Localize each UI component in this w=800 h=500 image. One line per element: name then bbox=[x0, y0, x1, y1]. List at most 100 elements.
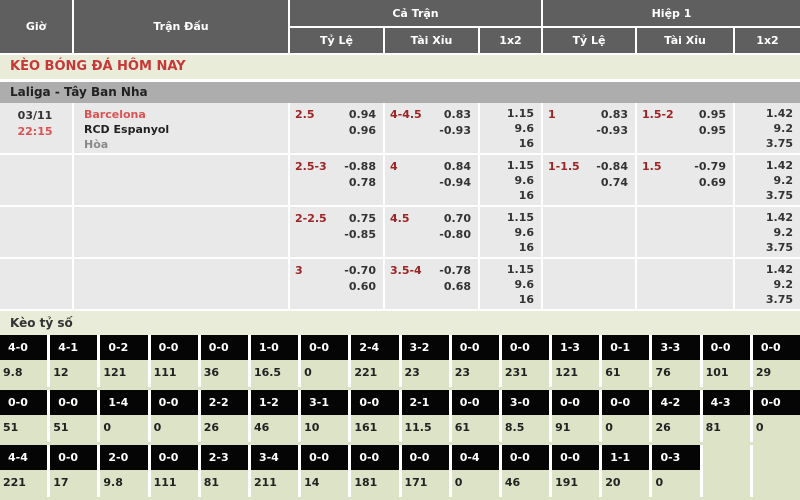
score-label: 0-0 bbox=[351, 390, 398, 415]
page-title: KÈO BÓNG ĐÁ HÔM NAY bbox=[0, 55, 800, 82]
odds-value-away: 3.75 bbox=[740, 240, 793, 255]
score-label bbox=[703, 445, 750, 470]
score-cell[interactable]: 1-3121 bbox=[552, 335, 599, 387]
score-cell[interactable]: 2-381 bbox=[201, 445, 248, 497]
ft-overunder-cell[interactable]: 4.50.70 -0.80 bbox=[385, 207, 480, 257]
score-odds-value bbox=[753, 470, 800, 497]
h1-overunder-cell[interactable]: 1.5-20.95 0.95 bbox=[637, 103, 735, 153]
ft-handicap-cell[interactable]: 2-2.50.75 -0.85 bbox=[290, 207, 385, 257]
score-cell[interactable]: 0-30 bbox=[652, 445, 699, 497]
score-cell[interactable]: 3-4211 bbox=[251, 445, 298, 497]
score-cell[interactable]: 4-112 bbox=[50, 335, 97, 387]
score-cell[interactable]: 0-00 bbox=[602, 390, 649, 442]
score-cell bbox=[753, 445, 800, 497]
score-cell[interactable]: 0-091 bbox=[552, 390, 599, 442]
odds-value-away: 16 bbox=[485, 136, 534, 151]
score-label: 4-0 bbox=[0, 335, 47, 360]
h1-overunder-cell bbox=[637, 259, 735, 309]
score-cell[interactable]: 3-110 bbox=[301, 390, 348, 442]
score-cell[interactable]: 0-2121 bbox=[100, 335, 147, 387]
score-cell[interactable]: 0-40 bbox=[452, 445, 499, 497]
ft-overunder-cell[interactable]: 4-4.50.83 -0.93 bbox=[385, 103, 480, 153]
ft-overunder-cell[interactable]: 3.5-4-0.78 0.68 bbox=[385, 259, 480, 309]
score-cell[interactable]: 0-0101 bbox=[703, 335, 750, 387]
h1-1x2-cell[interactable]: 1.42 9.2 3.75 bbox=[735, 103, 800, 153]
score-cell[interactable]: 0-0181 bbox=[351, 445, 398, 497]
score-cell[interactable]: 0-0161 bbox=[351, 390, 398, 442]
score-cell[interactable]: 4-381 bbox=[703, 390, 750, 442]
score-label: 2-0 bbox=[100, 445, 147, 470]
ft-1x2-cell[interactable]: 1.15 9.6 16 bbox=[480, 207, 543, 257]
score-label: 3-3 bbox=[652, 335, 699, 360]
ft-1x2-cell[interactable]: 1.15 9.6 16 bbox=[480, 103, 543, 153]
score-cell[interactable]: 2-09.8 bbox=[100, 445, 147, 497]
score-cell[interactable]: 0-00 bbox=[151, 390, 198, 442]
score-cell[interactable]: 2-111.5 bbox=[402, 390, 449, 442]
score-cell[interactable]: 0-017 bbox=[50, 445, 97, 497]
odds-value: -0.80 bbox=[390, 227, 471, 243]
score-cell[interactable]: 0-061 bbox=[452, 390, 499, 442]
score-cell[interactable]: 0-00 bbox=[301, 335, 348, 387]
score-cell[interactable]: 3-376 bbox=[652, 335, 699, 387]
score-odds-value: 23 bbox=[452, 360, 499, 387]
score-label: 0-0 bbox=[753, 390, 800, 415]
score-cell[interactable]: 3-08.5 bbox=[502, 390, 549, 442]
score-cell[interactable]: 0-0111 bbox=[151, 445, 198, 497]
match-time-cell bbox=[0, 207, 74, 257]
ft-1x2-cell[interactable]: 1.15 9.6 16 bbox=[480, 155, 543, 205]
score-odds-value: 9.8 bbox=[0, 360, 47, 387]
score-label: 0-0 bbox=[602, 390, 649, 415]
h1-handicap-cell[interactable]: 10.83 -0.93 bbox=[543, 103, 637, 153]
h1-handicap-cell[interactable]: 1-1.5-0.84 0.74 bbox=[543, 155, 637, 205]
score-cell[interactable]: 4-4221 bbox=[0, 445, 47, 497]
score-cell[interactable]: 1-016.5 bbox=[251, 335, 298, 387]
score-cell[interactable]: 4-226 bbox=[652, 390, 699, 442]
h1-1x2-cell[interactable]: 1.42 9.2 3.75 bbox=[735, 259, 800, 309]
score-cell[interactable]: 0-029 bbox=[753, 335, 800, 387]
ft-overunder-cell[interactable]: 40.84 -0.94 bbox=[385, 155, 480, 205]
ft-handicap-cell[interactable]: 2.5-3-0.88 0.78 bbox=[290, 155, 385, 205]
score-cell[interactable]: 0-036 bbox=[201, 335, 248, 387]
h1-overunder-cell[interactable]: 1.5-0.79 0.69 bbox=[637, 155, 735, 205]
odds-value-home: 1.42 bbox=[740, 158, 793, 173]
score-cell[interactable]: 1-246 bbox=[251, 390, 298, 442]
score-label: 0-0 bbox=[151, 335, 198, 360]
score-cell[interactable]: 0-161 bbox=[602, 335, 649, 387]
score-cell[interactable]: 0-0171 bbox=[402, 445, 449, 497]
h1-handicap-cell bbox=[543, 259, 637, 309]
score-cell[interactable]: 0-051 bbox=[50, 390, 97, 442]
ft-handicap-cell[interactable]: 3-0.70 0.60 bbox=[290, 259, 385, 309]
score-odds-value: 91 bbox=[552, 415, 599, 442]
score-label: 3-1 bbox=[301, 390, 348, 415]
h1-1x2-cell[interactable]: 1.42 9.2 3.75 bbox=[735, 155, 800, 205]
match-teams-cell bbox=[74, 259, 290, 309]
odds-row: 2.5-3-0.88 0.78 40.84 -0.94 1.15 9.6 16 … bbox=[0, 155, 800, 207]
score-odds-value: 81 bbox=[703, 415, 750, 442]
score-cell[interactable]: 0-0191 bbox=[552, 445, 599, 497]
score-cell[interactable]: 0-023 bbox=[452, 335, 499, 387]
score-cell[interactable]: 0-00 bbox=[753, 390, 800, 442]
ft-handicap-cell[interactable]: 2.50.94 0.96 bbox=[290, 103, 385, 153]
score-cell[interactable]: 1-120 bbox=[602, 445, 649, 497]
score-label: 4-1 bbox=[50, 335, 97, 360]
ft-1x2-cell[interactable]: 1.15 9.6 16 bbox=[480, 259, 543, 309]
score-cell[interactable]: 3-223 bbox=[402, 335, 449, 387]
score-cell[interactable]: 0-046 bbox=[502, 445, 549, 497]
score-cell[interactable]: 0-0231 bbox=[502, 335, 549, 387]
score-cell[interactable]: 1-40 bbox=[100, 390, 147, 442]
score-cell[interactable]: 4-09.8 bbox=[0, 335, 47, 387]
score-label: 0-0 bbox=[50, 390, 97, 415]
score-label: 1-1 bbox=[602, 445, 649, 470]
odds-value: 0.69 bbox=[642, 175, 726, 191]
match-teams-cell bbox=[74, 155, 290, 205]
score-cell[interactable]: 2-4221 bbox=[351, 335, 398, 387]
odds-value: -0.94 bbox=[390, 175, 471, 191]
match-teams-cell[interactable]: Barcelona RCD Espanyol Hòa bbox=[74, 103, 290, 153]
handicap-line: 2.5-3 bbox=[295, 159, 327, 175]
score-cell[interactable]: 0-0111 bbox=[151, 335, 198, 387]
score-cell[interactable]: 0-051 bbox=[0, 390, 47, 442]
h1-1x2-cell[interactable]: 1.42 9.2 3.75 bbox=[735, 207, 800, 257]
score-cell[interactable]: 0-014 bbox=[301, 445, 348, 497]
score-cell[interactable]: 2-226 bbox=[201, 390, 248, 442]
score-odds-value: 121 bbox=[100, 360, 147, 387]
